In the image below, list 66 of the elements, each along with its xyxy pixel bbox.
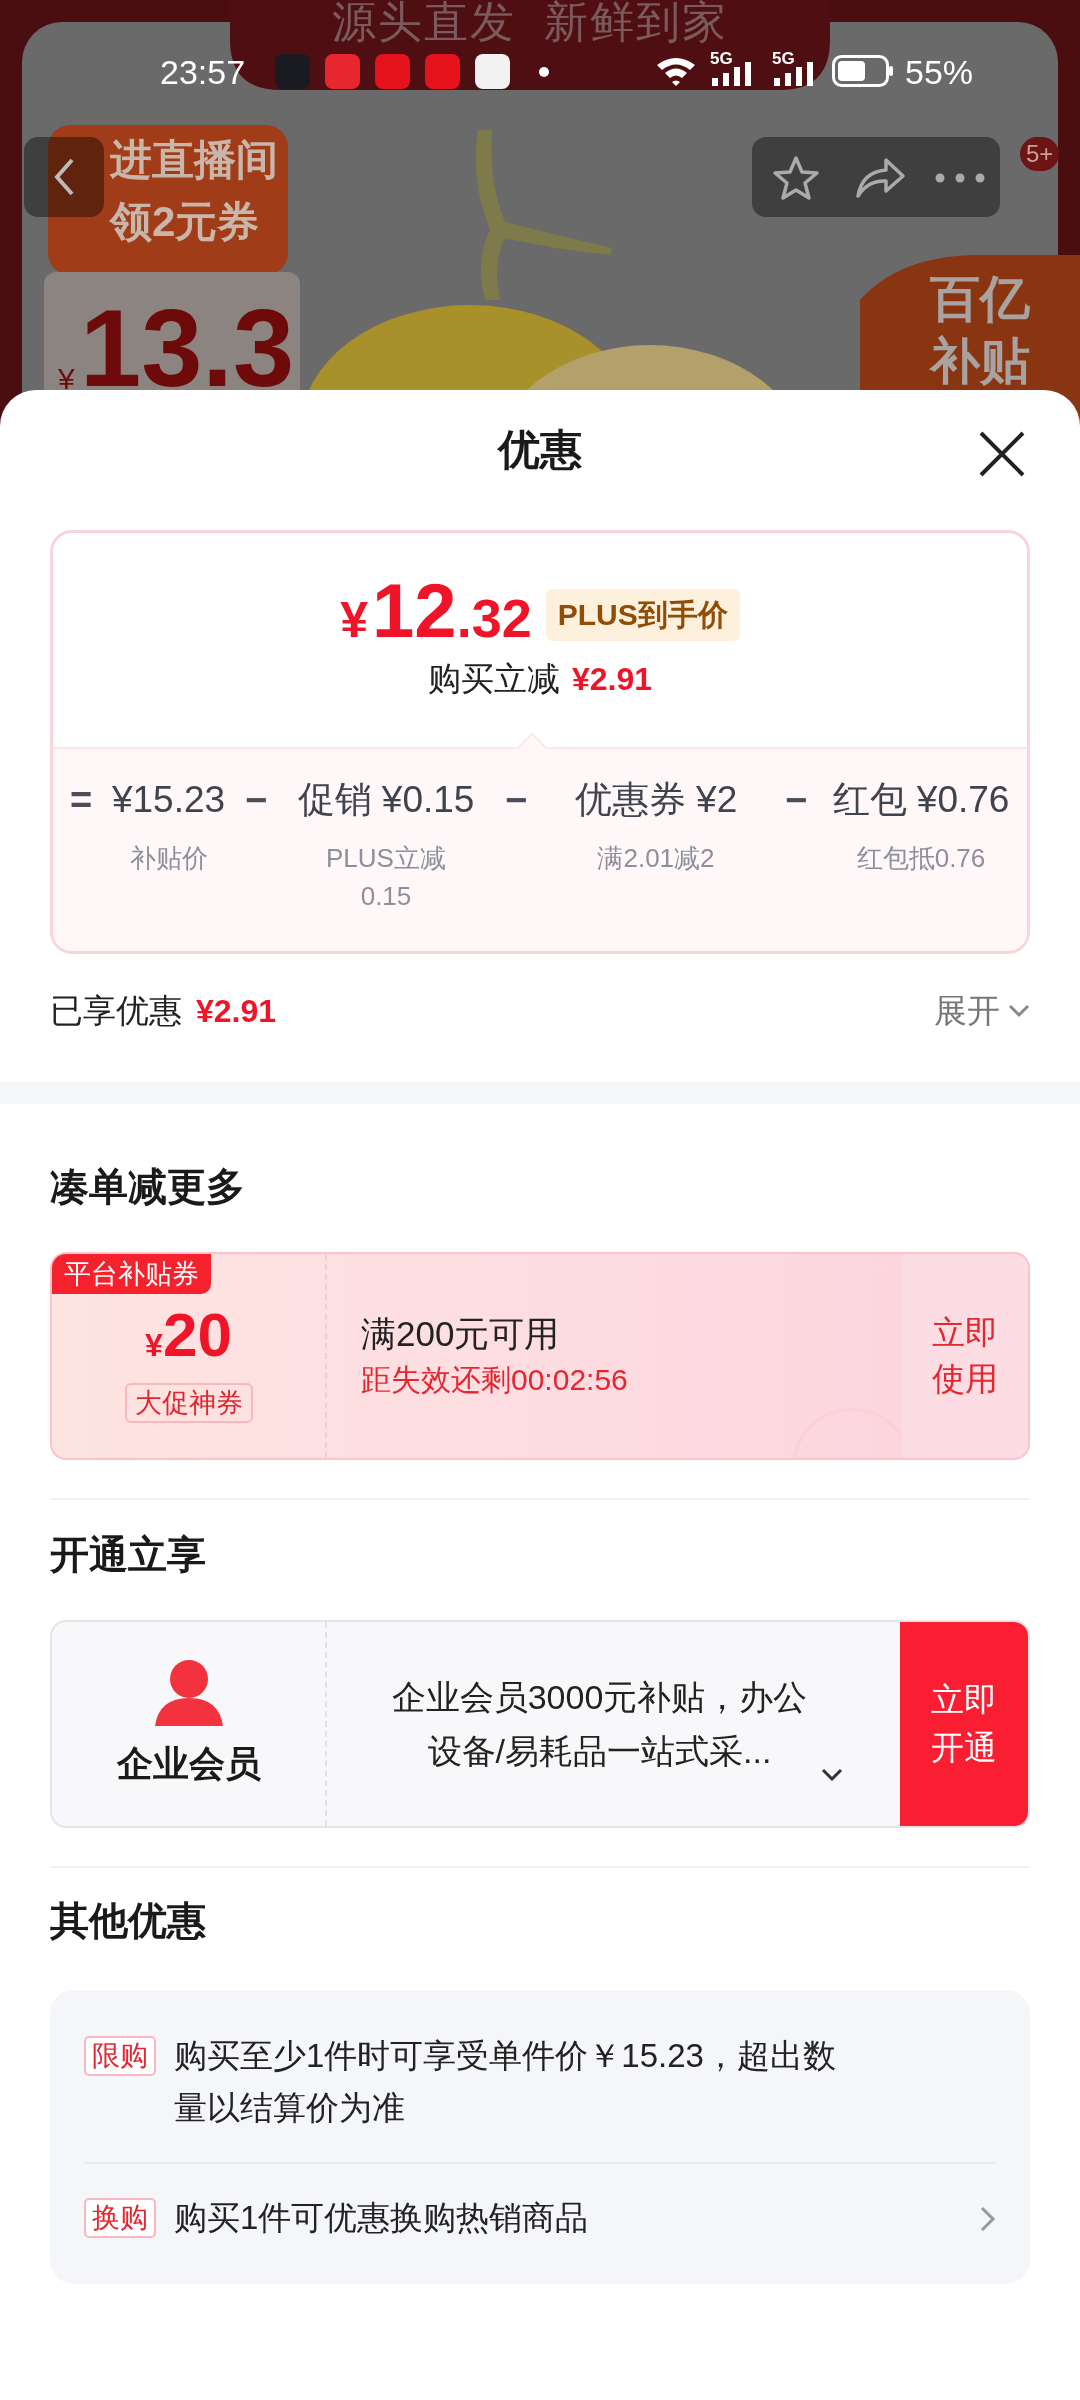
enjoyed-label: 已享优惠	[50, 991, 182, 1031]
app-icon	[325, 54, 360, 89]
app-icon	[475, 54, 510, 89]
breakdown-note: 补贴价	[128, 842, 209, 875]
back-button[interactable]	[24, 137, 104, 217]
section-heading: 凑单减更多	[50, 1164, 246, 1210]
membership-description: 企业会员3000元补贴，办公设备/易耗品一站式采...	[390, 1677, 809, 1772]
coupon-condition: 满200元可用	[361, 1313, 561, 1355]
promo-text: 进直播间	[110, 135, 279, 185]
breakdown-note: PLUS立减0.15	[325, 842, 447, 913]
price-tag: PLUS到手价	[545, 589, 740, 641]
currency-symbol: ¥	[58, 362, 75, 396]
operator-sign: −	[243, 778, 269, 823]
app-icon	[375, 54, 410, 89]
coupon-tag: 平台补贴券	[52, 1254, 211, 1294]
offer-text: 购买1件可优惠换购热销商品	[174, 2198, 590, 2238]
section-heading: 开通立享	[50, 1532, 207, 1578]
wifi-icon	[655, 55, 697, 87]
person-icon	[152, 1660, 225, 1726]
price-text: 13.3	[80, 288, 295, 408]
share-icon	[854, 156, 906, 200]
breakdown-note: 红包抵0.76	[855, 842, 987, 875]
breakdown-amount: ¥15.23	[111, 778, 226, 822]
breakdown-note: 满2.01减2	[596, 842, 716, 875]
chevron-right-icon	[980, 2206, 996, 2232]
banner-headline: 源头直发 新鲜到家	[330, 0, 730, 46]
offer-text: 购买至少1件时可享受单件价￥15.23，超出数量以结算价为准	[174, 2036, 837, 2128]
offer-row[interactable]: 限购 购买至少1件时可享受单件价￥15.23，超出数量以结算价为准	[84, 2002, 996, 2162]
chevron-down-icon	[820, 1768, 843, 1782]
back-icon	[53, 157, 75, 197]
more-icon	[935, 173, 985, 183]
coupon-amount: ¥20	[145, 1302, 232, 1371]
operator-sign: −	[503, 778, 529, 823]
subsidy-text: 补贴	[928, 332, 1031, 391]
subsidy-text: 百亿	[929, 270, 1031, 329]
activate-button[interactable]: 立即开通	[900, 1622, 1028, 1826]
status-time: 23:57	[160, 52, 246, 93]
close-icon	[978, 430, 1026, 478]
coupon-type: 大促神券	[124, 1383, 253, 1423]
star-icon	[772, 155, 820, 201]
promo-text: 领2元券	[110, 197, 261, 247]
operator-sign: =	[68, 778, 94, 823]
offer-tag: 限购	[84, 2036, 156, 2076]
app-icon	[275, 54, 310, 89]
battery-level: 55%	[905, 52, 974, 93]
final-price: ¥12.32	[340, 571, 532, 655]
membership-title: 企业会员	[116, 1742, 261, 1786]
saving-label: 购买立减	[427, 659, 560, 699]
coupon-countdown: 距失效还剩00:02:56	[361, 1362, 629, 1398]
breakdown-amount: 优惠券 ¥2	[574, 778, 738, 822]
enjoyed-amount: ¥2.91	[196, 992, 277, 1031]
breakdown-amount: 促销 ¥0.15	[297, 778, 475, 822]
battery-icon	[832, 55, 894, 87]
network-label: 5G	[772, 50, 795, 68]
expand-toggle[interactable]: 展开	[934, 989, 1030, 1033]
operator-sign: −	[783, 778, 809, 823]
offer-row[interactable]: 换购 购买1件可优惠换购热销商品	[84, 2162, 996, 2272]
sheet-title: 优惠	[498, 425, 582, 475]
breakdown-amount: 红包 ¥0.76	[832, 778, 1010, 822]
app-icon	[425, 54, 460, 89]
chevron-down-icon	[1008, 1004, 1030, 1018]
network-label: 5G	[710, 50, 733, 68]
use-now-button[interactable]: 立即使用	[902, 1254, 1028, 1458]
offer-tag: 换购	[84, 2198, 156, 2238]
saving-amount: ¥2.91	[571, 660, 653, 699]
section-heading: 其他优惠	[50, 1898, 207, 1944]
